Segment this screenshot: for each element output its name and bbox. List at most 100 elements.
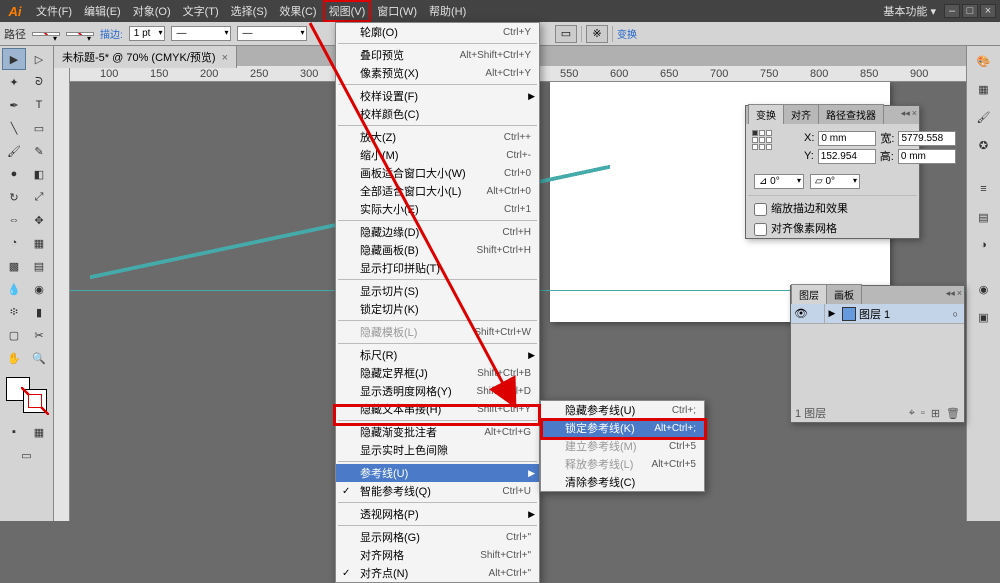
visibility-icon[interactable]: 👁 <box>791 307 811 320</box>
collapse-icon[interactable]: ◂◂ <box>901 108 910 119</box>
stroke-weight[interactable]: 1 pt <box>129 26 166 41</box>
menu-type[interactable]: 文字(T) <box>177 0 225 22</box>
menu-item[interactable]: 叠印预览Alt+Shift+Ctrl+Y <box>336 46 539 64</box>
menu-select[interactable]: 选择(S) <box>225 0 274 22</box>
tab-pathfinder[interactable]: 路径查找器 <box>818 104 884 124</box>
close-icon[interactable]: × <box>912 108 917 119</box>
close-icon[interactable]: × <box>222 52 228 64</box>
close-button[interactable]: × <box>980 4 996 18</box>
menu-item[interactable]: 锁定切片(K) <box>336 300 539 318</box>
tool-line[interactable]: ╲ <box>2 117 26 139</box>
panel-appear-icon[interactable]: ◉ <box>972 278 996 300</box>
menu-item[interactable]: 隐藏参考线(U)Ctrl+; <box>541 401 704 419</box>
menu-item[interactable]: 显示实时上色间隙 <box>336 441 539 459</box>
tool-symbol-spray[interactable]: ፨ <box>2 301 26 323</box>
menu-item[interactable]: 隐藏渐变批注者Alt+Ctrl+G <box>336 423 539 441</box>
menu-item[interactable]: 对齐网格Shift+Ctrl+" <box>336 546 539 564</box>
tool-brush[interactable]: 🖌 <box>2 140 26 162</box>
delete-icon[interactable]: 🗑 <box>946 407 960 420</box>
ruler-vertical[interactable] <box>54 66 70 521</box>
stroke-label[interactable]: 描边: <box>100 26 123 41</box>
tab-align[interactable]: 对齐 <box>783 104 819 124</box>
menu-edit[interactable]: 编辑(E) <box>78 0 127 22</box>
panel-swatches-icon[interactable]: ▦ <box>972 78 996 100</box>
menu-help[interactable]: 帮助(H) <box>423 0 472 22</box>
workspace-switcher[interactable]: 基本功能 ▾ <box>875 3 944 19</box>
tool-selection[interactable]: ▶ <box>2 48 26 70</box>
menu-item[interactable]: 校样颜色(C) <box>336 105 539 123</box>
menu-item[interactable]: 清除参考线(C) <box>541 473 704 491</box>
tool-pencil[interactable]: ✎ <box>27 140 51 162</box>
menu-item[interactable]: 隐藏画板(B)Shift+Ctrl+H <box>336 241 539 259</box>
menu-item[interactable]: 建立参考线(M)Ctrl+5 <box>541 437 704 455</box>
brush-def[interactable]: — <box>237 26 307 41</box>
panel-trans-icon[interactable]: ◑ <box>972 234 996 256</box>
menu-item[interactable]: 校样设置(F)▶ <box>336 87 539 105</box>
fill-stroke-indicator[interactable] <box>4 375 49 415</box>
menu-item[interactable]: 显示网格(G)Ctrl+" <box>336 528 539 546</box>
tool-rotate[interactable]: ↻ <box>2 186 26 208</box>
menu-item[interactable]: 标尺(R)▶ <box>336 346 539 364</box>
fill-swatch[interactable] <box>32 32 60 36</box>
menu-item[interactable]: 画板适合窗口大小(W)Ctrl+0 <box>336 164 539 182</box>
tab-artboards[interactable]: 画板 <box>826 284 862 304</box>
new-layer-icon[interactable]: ⊞ <box>931 407 940 420</box>
tool-gradient[interactable]: ▤ <box>27 255 51 277</box>
tool-artboard[interactable]: ▢ <box>2 324 26 346</box>
menu-item[interactable]: 隐藏文本串接(H)Shift+Ctrl+Y <box>336 400 539 418</box>
layer-name[interactable]: 图层 1 <box>859 306 890 322</box>
tool-graph[interactable]: ▮ <box>27 301 51 323</box>
tool-magic-wand[interactable]: ✦ <box>2 71 26 93</box>
layer-row[interactable]: 👁 ▶ 图层 1 ○ <box>791 304 964 324</box>
tool-slice[interactable]: ✂ <box>27 324 51 346</box>
new-sublayer-icon[interactable]: ▫ <box>921 407 925 419</box>
locate-icon[interactable]: ⌖ <box>909 407 915 420</box>
panel-brushes-icon[interactable]: 🖌 <box>972 106 996 128</box>
y-input[interactable] <box>818 149 876 164</box>
tool-eraser[interactable]: ◧ <box>27 163 51 185</box>
menu-object[interactable]: 对象(O) <box>127 0 177 22</box>
color-mode[interactable]: ▪ <box>2 421 26 443</box>
menu-item[interactable]: ✓智能参考线(Q)Ctrl+U <box>336 482 539 500</box>
ref-point[interactable] <box>752 130 802 164</box>
menu-item[interactable]: 全部适合窗口大小(L)Alt+Ctrl+0 <box>336 182 539 200</box>
align-pixel-checkbox[interactable] <box>754 223 767 236</box>
x-input[interactable] <box>818 131 876 146</box>
tool-direct-select[interactable]: ▷ <box>27 48 51 70</box>
menu-window[interactable]: 窗口(W) <box>371 0 423 22</box>
tool-blob[interactable]: ● <box>2 163 26 185</box>
panel-graphic-icon[interactable]: ▣ <box>972 306 996 328</box>
maximize-button[interactable]: □ <box>962 4 978 18</box>
menu-item[interactable]: 实际大小(E)Ctrl+1 <box>336 200 539 218</box>
menu-item[interactable]: 显示打印拼贴(T) <box>336 259 539 277</box>
menu-item[interactable]: 隐藏定界框(J)Shift+Ctrl+B <box>336 364 539 382</box>
menu-item[interactable]: 隐藏模板(L)Shift+Ctrl+W <box>336 323 539 341</box>
rotate-input[interactable]: ⊿ 0° <box>754 174 804 189</box>
menu-item[interactable]: 隐藏边缘(D)Ctrl+H <box>336 223 539 241</box>
doc-tab[interactable]: 未标题-5* @ 70% (CMYK/预览)× <box>54 46 237 68</box>
tool-eyedropper[interactable]: 💧 <box>2 278 26 300</box>
panel-gradient-icon[interactable]: ▤ <box>972 206 996 228</box>
tool-width[interactable]: ⇔ <box>2 209 26 231</box>
tool-hand[interactable]: ✋ <box>2 347 26 369</box>
menu-item[interactable]: 放大(Z)Ctrl++ <box>336 128 539 146</box>
tool-pen[interactable]: ✒ <box>2 94 26 116</box>
menu-effect[interactable]: 效果(C) <box>273 0 322 22</box>
collapse-icon[interactable]: ◂◂ <box>946 288 955 299</box>
menu-item[interactable]: ✓对齐点(N)Alt+Ctrl+" <box>336 564 539 582</box>
tab-transform[interactable]: 变换 <box>748 104 784 124</box>
h-input[interactable] <box>898 149 956 164</box>
shear-input[interactable]: ▱ 0° <box>810 174 860 189</box>
tab-layers[interactable]: 图层 <box>791 284 827 304</box>
menu-view[interactable]: 视图(V) <box>323 0 372 22</box>
scale-strokes-checkbox[interactable] <box>754 203 767 216</box>
menu-item[interactable]: 像素预览(X)Alt+Ctrl+Y <box>336 64 539 82</box>
menu-item[interactable]: 显示切片(S) <box>336 282 539 300</box>
grad-mode[interactable]: ▦ <box>27 421 51 443</box>
tool-shape-builder[interactable]: ◔ <box>2 232 26 254</box>
panel-stroke-icon[interactable]: ≡ <box>972 178 996 200</box>
screen-mode[interactable]: ▭ <box>2 444 51 466</box>
tool-lasso[interactable]: ᘐ <box>27 71 51 93</box>
panel-symbols-icon[interactable]: ✪ <box>972 134 996 156</box>
tool-zoom[interactable]: 🔍 <box>27 347 51 369</box>
